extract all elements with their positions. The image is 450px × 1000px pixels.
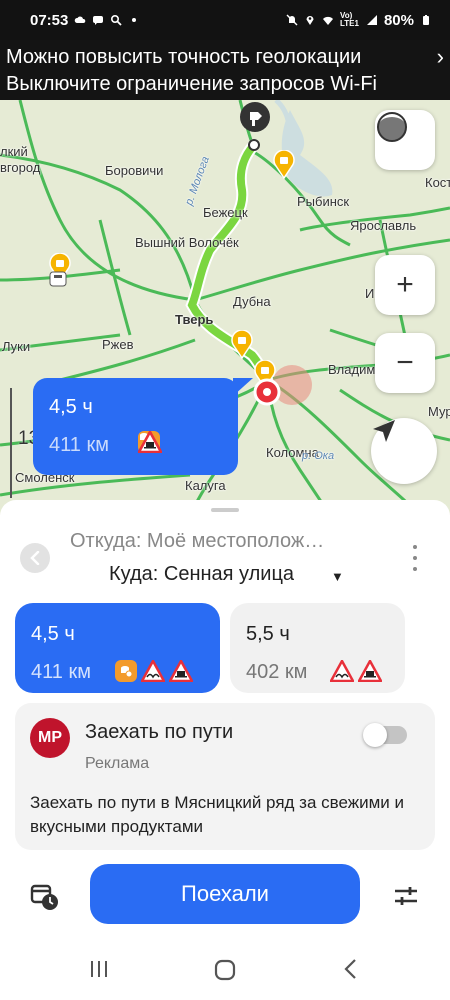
toll-icon [115,660,137,682]
battery-percent: 80% [383,11,414,29]
bubble-distance: 411 км [49,434,109,456]
mute-icon [286,14,298,26]
back-icon[interactable] [343,958,359,980]
status-left: 07:53 [30,12,140,29]
cloud-icon [75,16,86,23]
route-to[interactable]: Куда: Сенная улица [109,563,294,586]
poi-pin-icon[interactable] [272,150,296,180]
more-dot-icon [132,18,137,22]
toggle-knob [363,723,387,747]
status-right: Vo) LTE1 80% [286,12,432,29]
network-label: Vo) LTE1 [339,11,359,28]
signal-icon [366,15,377,25]
route-sheet: Откуда: Моё местополож… Куда: Сенная ули… [0,500,450,1000]
chevron-down-icon[interactable]: ▼ [331,569,344,584]
system-nav-bar [0,940,450,1000]
route-time: 5,5 ч [246,623,290,645]
layers-button[interactable] [375,110,435,170]
route-settings-icon[interactable] [392,882,420,910]
route-distance: 402 км [246,661,308,683]
city-label: Тверь [175,312,214,327]
city-label: Дубна [233,294,271,309]
departure-time-icon[interactable] [30,882,60,912]
back-button[interactable] [20,543,50,573]
fuel-pump-icon[interactable] [48,270,70,288]
ad-stop-toggle[interactable] [363,723,407,747]
locate-me-button[interactable] [371,418,437,484]
map-view[interactable]: Боровичи Бежецк Рыбинск Ярославль Вышний… [0,100,450,515]
more-options-button[interactable] [406,545,424,571]
river-label: р. Ока [302,450,335,462]
zoom-out-button[interactable]: − [375,333,435,393]
city-label: Мур [428,404,450,419]
ad-description: Заехать по пути в Мясницкий ряд за свежи… [30,793,405,836]
city-label: Кострома [425,175,450,190]
city-label: вгород [0,160,41,175]
ad-card[interactable]: MP Заехать по пути Реклама Заехать по пу… [15,703,435,850]
zoom-in-icon: + [396,268,414,301]
start-marker-icon[interactable] [238,100,272,140]
chevron-left-icon [30,551,40,565]
route-badges [330,660,382,682]
city-label: Рыбинск [297,194,350,209]
start-navigation-button[interactable]: Поехали [90,864,360,924]
banner-title: Можно повысить точность геолокации [6,46,362,68]
navigation-arrow-icon [373,420,395,442]
sheet-handle[interactable] [211,508,239,512]
city-label: Ржев [102,337,134,352]
bubble-badges [138,431,162,453]
layers-icon [377,112,407,142]
road-bumps-icon [330,660,354,682]
bubble-time: 4,5 ч [49,396,93,418]
status-time: 07:53 [30,11,69,29]
ad-title: Заехать по пути [85,721,234,743]
route-from[interactable]: Откуда: Моё местополож… [70,530,324,553]
banner-subtitle: Выключите ограничение запросов Wi-Fi [6,73,377,95]
city-label: Бежецк [203,205,248,220]
zoom-in-button[interactable]: + [375,255,435,315]
route-bubble[interactable]: 4,5 ч 411 км [33,378,253,475]
city-label: Боровичи [105,163,164,178]
status-bar: 07:53 Vo) LTE1 80% [0,0,450,40]
route-option-alternative[interactable]: 5,5 ч 402 км [230,603,405,693]
city-label: Вышний Волочёк [135,235,239,250]
railway-crossing-icon [169,660,193,682]
railway-crossing-icon [138,431,162,453]
geolocation-banner[interactable]: Можно повысить точность геолокации Выклю… [0,40,450,100]
route-distance: 411 км [31,661,91,683]
ad-label: Реклама [85,755,150,772]
ad-logo: MP [30,718,70,758]
route-option-selected[interactable]: 4,5 ч 411 км [15,603,220,693]
city-label: Калуга [185,478,226,493]
search-icon [111,14,123,26]
home-icon[interactable] [213,958,237,982]
route-badges [115,660,193,682]
recents-icon[interactable] [88,958,110,980]
battery-icon [423,15,429,25]
chevron-right-icon[interactable]: › [437,44,444,70]
scale-bar [10,388,12,498]
city-label: лкий [0,144,28,159]
railway-crossing-icon [358,660,382,682]
location-icon [306,16,314,25]
poi-pin-icon[interactable] [230,330,254,360]
bubble-tail [233,378,253,396]
destination-pin-icon[interactable] [252,377,282,407]
city-label: Луки [2,339,31,354]
road-bumps-icon [141,660,165,682]
route-time: 4,5 ч [31,623,75,645]
zoom-out-icon: − [396,346,414,379]
messenger-icon [93,16,104,25]
city-label: Ярославль [350,218,417,233]
wifi-icon [322,16,333,25]
